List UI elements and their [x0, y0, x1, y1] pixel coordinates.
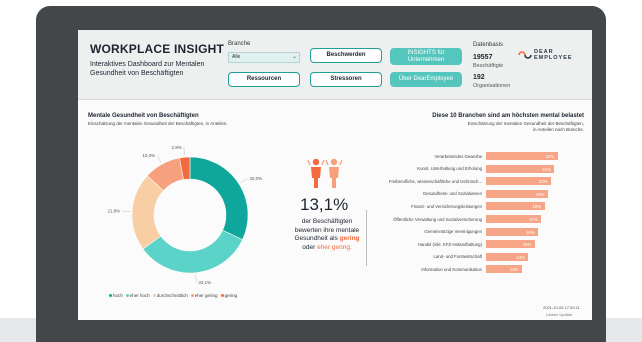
donut-leader-line	[156, 155, 162, 163]
bar-value-label: 16%	[526, 229, 535, 235]
donut-leader-line	[195, 274, 197, 283]
donut-value-label: 10,3%	[142, 153, 155, 158]
bar-category-label: Handel (inkl. KFZ-Instandhaltung)	[417, 241, 482, 247]
beschaeftigte-label: Beschäftigte	[473, 63, 504, 69]
donut-value-label: 32,0%	[249, 176, 262, 181]
branche-dropdown[interactable]: Alle ⌄	[228, 52, 300, 63]
left-panel-subtitle: Einschätzung der mentalen Gesundheit der…	[88, 121, 228, 126]
dearemployee-logo-icon	[518, 51, 532, 59]
legend-item-durchschnittlich[interactable]: durchschnittlich	[157, 293, 188, 298]
donut-value-label: 2,9%	[172, 145, 182, 150]
bar-value-label: 11%	[509, 267, 519, 273]
donut-leader-line	[183, 147, 185, 156]
bar-category-label: Verarbeitendes Gewerbe	[434, 153, 482, 159]
bar-value-label: 13%	[516, 254, 525, 260]
kpi-description: der Beschäftigten bewerten ihre mentale …	[292, 218, 362, 252]
left-panel-title: Mentale Gesundheit von Beschäftigten	[88, 113, 199, 119]
organisationen-count: 192	[473, 74, 485, 81]
dearemployee-logo-text: DEAR EMPLOYEE	[534, 49, 573, 61]
donut-slice-hoch[interactable]	[189, 156, 249, 240]
bar-value-label: 15%	[522, 242, 532, 248]
legend-item-gering[interactable]: gering	[225, 293, 238, 298]
legend-item-hoch[interactable]: hoch	[113, 293, 123, 298]
dashboard-subtitle: Interaktives Dashboard zur Mentalen Gesu…	[90, 61, 205, 77]
bar-category-label: Finanz- und Versicherungsleistungen	[411, 203, 482, 209]
organisationen-label: Organisationen	[473, 83, 511, 89]
bar-value-label: 21%	[542, 166, 551, 172]
legend-swatch	[152, 294, 156, 298]
branche-filter-label: Branche	[228, 41, 251, 47]
donut-value-label: 33,1%	[198, 280, 211, 285]
beschaeftigte-count: 19557	[473, 54, 493, 61]
bar-category-label: Gemeinnützige Vereinigungen	[424, 229, 482, 235]
mental-health-donut-chart: 32,0% 33,1% 21,8% 10,3% 2,9%	[108, 145, 262, 285]
datenbasis-label: Datenbasis	[473, 42, 504, 48]
chevron-down-icon: ⌄	[291, 54, 297, 60]
donut-leader-line	[240, 178, 248, 183]
legend-swatch	[190, 294, 194, 298]
kpi-percent: 13,1%	[300, 195, 349, 214]
last-update-date: 2021-10-05 17:53:11	[543, 305, 580, 310]
dashboard-title: WORKPLACE INSIGHT	[90, 42, 225, 56]
people-icon	[307, 158, 343, 188]
donut-legend: hoch eher hoch durchschnittlich eher gering…	[106, 293, 237, 298]
stage: WORKPLACE INSIGHT Interaktives Dashboard…	[0, 0, 642, 342]
last-update-label: Letzter Update	[546, 312, 573, 317]
bar-value-label: 22%	[545, 154, 555, 159]
ueber-dearemployee-button[interactable]: Über DearEmployee	[390, 72, 462, 87]
bar-value-label: 18%	[532, 204, 542, 210]
legend-swatch	[125, 294, 129, 298]
bar-category-label: Kunst, Unterhaltung und Erholung	[417, 166, 482, 172]
legend-swatch	[109, 294, 112, 298]
kpi-word-eher-gering: eher gering.	[317, 243, 352, 251]
kpi-text-mid: oder	[302, 243, 316, 251]
bar-category-label: Freiberufliche, wissenschaftliche und te…	[388, 178, 482, 184]
right-panel-title: Diese 10 Branchen sind am höchsten menta…	[432, 113, 584, 119]
bar-value-label: 20%	[539, 179, 548, 185]
bar-value-label: 17%	[529, 217, 538, 222]
stressoren-button[interactable]: Stressoren	[310, 72, 382, 87]
ressourcen-button[interactable]: Ressourcen	[228, 72, 300, 87]
insights-button[interactable]: INSIGHTS für Unternehmen	[390, 48, 462, 65]
right-panel-subtitle: Einschätzung der mentalen Gesundheit der…	[467, 121, 584, 132]
bar-category-label: Land- und Forstwirtschaft	[433, 254, 482, 260]
donut-value-label: 21,8%	[108, 209, 120, 214]
legend-swatch	[220, 294, 224, 298]
bar-category-label: Gesundheits- und Sozialwesen	[422, 191, 482, 197]
bar-category-label: Information und Kommunikation	[421, 266, 482, 272]
bar-value-label: 19%	[535, 191, 545, 197]
branche-dropdown-value: Alle	[232, 54, 241, 60]
bar-category-label: Öffentliche Verwaltung und Sozialversich…	[393, 216, 482, 222]
logo-line2: EMPLOYEE	[534, 55, 573, 61]
kpi-word-gering: gering	[339, 235, 360, 242]
dashboard-screen: WORKPLACE INSIGHT Interaktives Dashboard…	[78, 30, 592, 320]
beschwerden-button[interactable]: Beschwerden	[310, 48, 382, 63]
legend-item-eher-gering[interactable]: eher gering	[195, 293, 218, 298]
legend-item-eher-hoch[interactable]: eher hoch	[130, 293, 150, 298]
dashboard-header: WORKPLACE INSIGHT Interaktives Dashboard…	[78, 30, 592, 100]
